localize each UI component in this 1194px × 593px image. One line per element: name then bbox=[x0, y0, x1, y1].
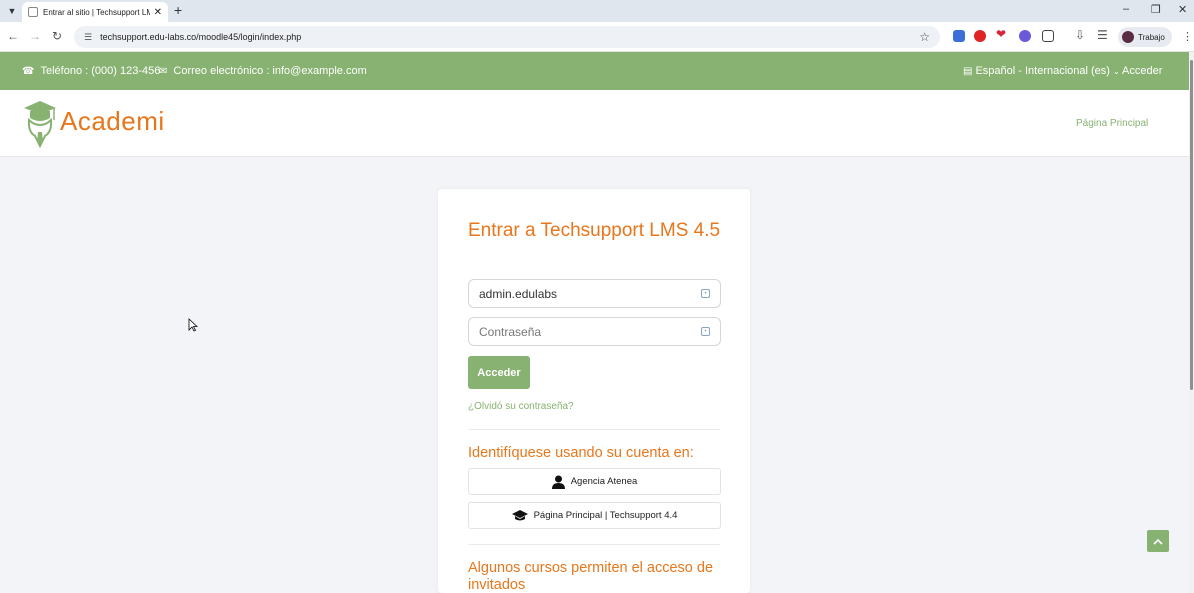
restore-icon[interactable]: ❐ bbox=[1151, 3, 1161, 16]
password-input[interactable] bbox=[479, 324, 701, 339]
downloads-icon[interactable]: ⇩ bbox=[1075, 28, 1085, 42]
identity-provider-button[interactable]: Agencia Atenea bbox=[468, 468, 721, 495]
media-control-icon[interactable]: ☰ bbox=[1097, 28, 1108, 42]
profile-button[interactable]: Trabajo bbox=[1118, 27, 1172, 47]
new-tab-button[interactable]: + bbox=[174, 2, 182, 18]
login-link[interactable]: Acceder bbox=[1122, 65, 1162, 77]
divider bbox=[468, 429, 720, 430]
username-input[interactable] bbox=[479, 286, 701, 301]
phone-text: Teléfono : (000) 123-456 bbox=[40, 65, 161, 77]
browser-toolbar: ← → ↻ ☰ techsupport.edu-labs.co/moodle45… bbox=[0, 22, 1194, 52]
home-nav-link[interactable]: Página Principal bbox=[1076, 118, 1148, 129]
site-logo-text[interactable]: Academi bbox=[60, 106, 165, 137]
language-icon: ▤ bbox=[963, 65, 973, 77]
url-text: techsupport.edu-labs.co/moodle45/login/i… bbox=[100, 32, 302, 42]
chevron-up-icon bbox=[1153, 538, 1163, 545]
close-window-icon[interactable]: ✕ bbox=[1178, 3, 1187, 16]
login-title: Entrar a Techsupport LMS 4.5 bbox=[468, 220, 721, 241]
tab-title: Entrar al sitio | Techsupport LMS bbox=[43, 7, 150, 17]
site-top-bar: ☎ Teléfono : (000) 123-456 ✉ Correo elec… bbox=[0, 52, 1194, 90]
graduate-logo-icon[interactable] bbox=[22, 98, 58, 148]
identify-heading: Identifíquese usando su cuenta en: bbox=[468, 445, 694, 461]
site-favicon-icon bbox=[28, 7, 38, 17]
chevron-down-icon: ⌄ bbox=[1112, 66, 1120, 76]
password-manager-icon[interactable]: • bbox=[701, 289, 710, 298]
guest-access-heading: Algunos cursos permiten el acceso de inv… bbox=[468, 560, 714, 593]
phone-info: ☎ Teléfono : (000) 123-456 bbox=[22, 65, 160, 77]
password-manager-icon[interactable]: • bbox=[701, 327, 710, 336]
page-scrollbar[interactable] bbox=[1189, 52, 1194, 593]
language-label: Español - Internacional (es) bbox=[975, 65, 1110, 77]
extension-opera-icon[interactable] bbox=[974, 30, 986, 42]
forward-icon[interactable]: → bbox=[29, 29, 41, 43]
forgot-password-link[interactable]: ¿Olvidó su contraseña? bbox=[468, 401, 574, 412]
extension-heart-icon[interactable]: ❤ bbox=[996, 27, 1008, 41]
provider-label: Agencia Atenea bbox=[570, 476, 638, 487]
extension-translate-icon[interactable] bbox=[953, 30, 965, 42]
site-header: Academi Página Principal bbox=[0, 90, 1194, 157]
login-button[interactable]: Acceder bbox=[468, 356, 530, 389]
mouse-cursor-icon bbox=[188, 318, 198, 332]
scrollbar-thumb[interactable] bbox=[1190, 60, 1193, 390]
close-tab-icon[interactable]: ✕ bbox=[154, 7, 162, 18]
user-icon bbox=[551, 475, 565, 489]
phone-icon: ☎ bbox=[22, 65, 35, 77]
identity-provider-button[interactable]: Página Principal | Techsupport 4.4 bbox=[468, 502, 721, 529]
browser-tab-bar: ▼ Entrar al sitio | Techsupport LMS ✕ + … bbox=[0, 0, 1194, 22]
login-card: Entrar a Techsupport LMS 4.5 • • Acceder… bbox=[438, 189, 750, 593]
provider-label: Página Principal | Techsupport 4.4 bbox=[533, 510, 678, 521]
username-field[interactable]: • bbox=[468, 279, 721, 308]
tab-search-button[interactable]: ▼ bbox=[4, 3, 20, 19]
minimize-icon[interactable]: – bbox=[1123, 3, 1129, 15]
password-field[interactable]: • bbox=[468, 317, 721, 346]
divider bbox=[468, 544, 720, 545]
language-selector[interactable]: ▤ Español - Internacional (es) ⌄ bbox=[963, 65, 1120, 77]
back-to-top-button[interactable] bbox=[1147, 530, 1169, 552]
extensions-puzzle-icon[interactable] bbox=[1042, 30, 1054, 42]
site-info-icon[interactable]: ☰ bbox=[84, 32, 92, 43]
reload-icon[interactable]: ↻ bbox=[52, 29, 62, 43]
browser-menu-icon[interactable]: ⋮ bbox=[1182, 30, 1193, 43]
envelope-icon: ✉ bbox=[159, 65, 168, 77]
email-info: ✉ Correo electrónico : info@example.com bbox=[159, 65, 367, 77]
extension-circle-icon[interactable] bbox=[1019, 30, 1031, 42]
browser-tab[interactable]: Entrar al sitio | Techsupport LMS ✕ bbox=[22, 2, 168, 22]
bookmark-star-icon[interactable]: ☆ bbox=[919, 30, 930, 44]
email-text: Correo electrónico : info@example.com bbox=[173, 65, 367, 77]
graduation-cap-icon bbox=[511, 510, 528, 521]
avatar bbox=[1122, 31, 1134, 43]
back-icon[interactable]: ← bbox=[7, 29, 19, 43]
profile-label: Trabajo bbox=[1138, 32, 1165, 42]
address-bar[interactable]: ☰ techsupport.edu-labs.co/moodle45/login… bbox=[74, 26, 940, 48]
